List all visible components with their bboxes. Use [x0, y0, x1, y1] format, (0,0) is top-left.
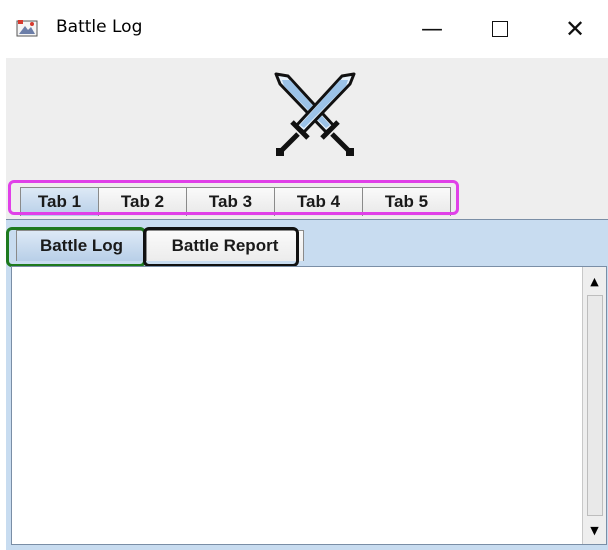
maximize-button[interactable]	[480, 10, 520, 48]
close-button[interactable]: ✕	[555, 10, 595, 48]
scroll-up-button[interactable]: ▲	[583, 269, 606, 293]
minimize-icon: —	[421, 16, 443, 42]
arrow-up-icon: ▲	[590, 274, 599, 288]
crossed-swords-icon	[274, 72, 356, 156]
title-bar: Battle Log — ✕	[0, 0, 608, 58]
minimize-button[interactable]: —	[412, 10, 452, 48]
app-icon	[16, 20, 38, 37]
window-title: Battle Log	[56, 17, 143, 37]
outer-tabs-highlight	[8, 180, 459, 215]
arrow-down-icon: ▼	[590, 523, 599, 537]
banner	[6, 58, 608, 178]
scroll-down-button[interactable]: ▼	[583, 518, 606, 542]
vertical-scrollbar[interactable]: ▲ ▼	[582, 267, 606, 544]
scroll-track[interactable]	[587, 295, 603, 516]
close-icon: ✕	[564, 15, 586, 43]
maximize-icon	[492, 21, 508, 37]
battle-report-highlight	[143, 227, 299, 267]
battle-log-text-area[interactable]: ▲ ▼	[11, 266, 607, 545]
battle-log-highlight	[6, 227, 146, 267]
